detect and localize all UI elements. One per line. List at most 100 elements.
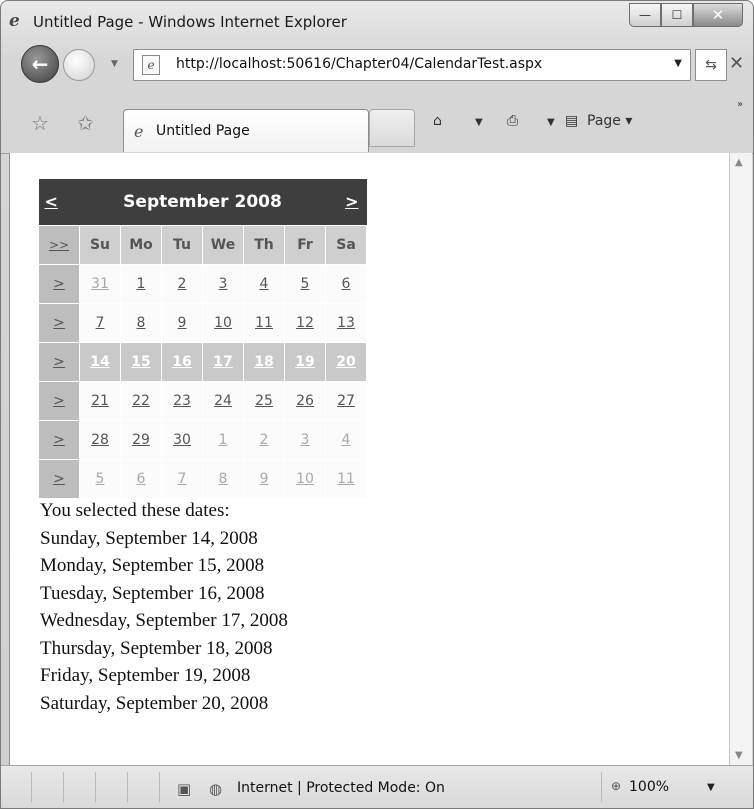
calendar: < September 2008 > >> Su Mo Tu We Th Fr … xyxy=(38,179,367,499)
calendar-day[interactable]: 5 xyxy=(79,459,121,499)
calendar-day[interactable]: 13 xyxy=(325,303,367,343)
selected-date: Thursday, September 18, 2008 xyxy=(40,637,273,659)
vertical-scrollbar[interactable]: ▲ ▼ xyxy=(729,153,752,765)
print-icon[interactable]: ⎙ xyxy=(507,113,518,129)
calendar-day[interactable]: 6 xyxy=(120,459,162,499)
maximize-button[interactable]: ☐ xyxy=(661,3,693,27)
address-bar[interactable]: e http://localhost:50616/Chapter04/Calen… xyxy=(133,49,691,81)
calendar-day[interactable]: 1 xyxy=(120,264,162,304)
back-button[interactable]: ← xyxy=(21,45,59,83)
calendar-day[interactable]: 7 xyxy=(161,459,203,499)
more-commands-icon[interactable]: » xyxy=(737,99,743,110)
status-divider xyxy=(31,772,32,802)
calendar-day[interactable]: 30 xyxy=(161,420,203,460)
stop-button[interactable]: ✕ xyxy=(729,53,744,74)
dow-label: Tu xyxy=(161,225,203,265)
calendar-day[interactable]: 26 xyxy=(284,381,326,421)
calendar-day[interactable]: 4 xyxy=(325,420,367,460)
calendar-day[interactable]: 3 xyxy=(284,420,326,460)
selected-date: Wednesday, September 17, 2008 xyxy=(40,610,288,631)
select-week-link[interactable]: > xyxy=(38,459,80,499)
tab-label: Untitled Page xyxy=(156,123,250,139)
select-week-link[interactable]: > xyxy=(38,264,80,304)
calendar-day[interactable]: 5 xyxy=(284,264,326,304)
calendar-week-row: >5 6 7 8 9 10 11 xyxy=(38,459,367,499)
refresh-button[interactable]: ⇆ xyxy=(695,49,727,81)
dow-label: Fr xyxy=(284,225,326,265)
next-month-link[interactable]: > xyxy=(345,192,358,211)
calendar-day[interactable]: 8 xyxy=(120,303,162,343)
calendar-day[interactable]: 10 xyxy=(202,303,244,343)
calendar-day[interactable]: 4 xyxy=(243,264,285,304)
select-week-link[interactable]: > xyxy=(38,342,80,382)
security-page-icon[interactable]: ▣ xyxy=(177,780,191,798)
recent-pages-dropdown-icon[interactable]: ▼ xyxy=(111,59,118,69)
selected-dates-heading: You selected these dates: xyxy=(40,500,230,521)
calendar-day[interactable]: 7 xyxy=(79,303,121,343)
calendar-day[interactable]: 9 xyxy=(161,303,203,343)
print-dropdown-icon[interactable]: ▼ xyxy=(547,117,555,128)
scroll-down-icon[interactable]: ▼ xyxy=(735,750,743,761)
selected-date: Sunday, September 14, 2008 xyxy=(40,527,258,549)
calendar-day[interactable]: 16 xyxy=(161,342,203,382)
selected-date: Friday, September 19, 2008 xyxy=(40,665,251,686)
calendar-day[interactable]: 8 xyxy=(202,459,244,499)
select-week-link[interactable]: > xyxy=(38,381,80,421)
page-content: < September 2008 > >> Su Mo Tu We Th Fr … xyxy=(9,153,731,765)
refresh-icon: ⇆ xyxy=(705,57,717,73)
add-favorites-icon[interactable]: ✩ xyxy=(77,111,94,135)
window-title: Untitled Page - Windows Internet Explore… xyxy=(33,13,347,31)
calendar-day[interactable]: 14 xyxy=(79,342,121,382)
selected-date: Tuesday, September 16, 2008 xyxy=(40,582,265,604)
calendar-day[interactable]: 15 xyxy=(120,342,162,382)
calendar-day[interactable]: 20 xyxy=(325,342,367,382)
calendar-day[interactable]: 31 xyxy=(79,264,121,304)
navigation-bar: ← ▼ e http://localhost:50616/Chapter04/C… xyxy=(1,41,753,97)
calendar-week-row: >7 8 9 10 11 12 13 xyxy=(38,303,367,343)
select-week-link[interactable]: > xyxy=(38,303,80,343)
favorites-star-icon[interactable]: ☆ xyxy=(31,111,49,135)
calendar-day[interactable]: 2 xyxy=(161,264,203,304)
security-zone-text[interactable]: Internet | Protected Mode: On xyxy=(237,780,445,796)
calendar-day[interactable]: 9 xyxy=(243,459,285,499)
calendar-day[interactable]: 29 xyxy=(120,420,162,460)
scroll-up-icon[interactable]: ▲ xyxy=(735,157,743,168)
zoom-dropdown-icon[interactable]: ▼ xyxy=(707,782,715,793)
calendar-day[interactable]: 12 xyxy=(284,303,326,343)
calendar-day[interactable]: 28 xyxy=(79,420,121,460)
page-menu-icon: ▤ xyxy=(565,113,579,129)
calendar-day[interactable]: 21 xyxy=(79,381,121,421)
calendar-day[interactable]: 2 xyxy=(243,420,285,460)
calendar-day[interactable]: 3 xyxy=(202,264,244,304)
calendar-day[interactable]: 22 xyxy=(120,381,162,421)
calendar-day[interactable]: 25 xyxy=(243,381,285,421)
new-tab-button[interactable] xyxy=(369,109,415,147)
home-icon[interactable]: ⌂ xyxy=(433,113,442,129)
calendar-day[interactable]: 6 xyxy=(325,264,367,304)
calendar-day[interactable]: 24 xyxy=(202,381,244,421)
calendar-day[interactable]: 23 xyxy=(161,381,203,421)
url-text[interactable]: http://localhost:50616/Chapter04/Calenda… xyxy=(176,56,542,72)
calendar-day[interactable]: 11 xyxy=(325,459,367,499)
calendar-day[interactable]: 19 xyxy=(284,342,326,382)
calendar-day[interactable]: 11 xyxy=(243,303,285,343)
select-month-link[interactable]: >> xyxy=(38,225,80,265)
zoom-level[interactable]: 100% xyxy=(629,779,669,795)
calendar-day[interactable]: 1 xyxy=(202,420,244,460)
address-dropdown-icon[interactable]: ▼ xyxy=(674,58,682,69)
status-divider xyxy=(127,772,128,802)
calendar-week-row: >14 15 16 17 18 19 20 xyxy=(38,342,367,382)
prev-month-link[interactable]: < xyxy=(45,192,58,211)
home-dropdown-icon[interactable]: ▼ xyxy=(475,117,483,128)
forward-button[interactable] xyxy=(63,49,95,81)
calendar-title: September 2008 xyxy=(79,179,326,226)
minimize-button[interactable]: — xyxy=(629,3,661,27)
calendar-day[interactable]: 18 xyxy=(243,342,285,382)
tab-untitled-page[interactable]: e Untitled Page xyxy=(123,109,369,152)
page-menu-button[interactable]: Page ▾ xyxy=(587,113,632,129)
calendar-day[interactable]: 17 xyxy=(202,342,244,382)
close-button[interactable]: ✕ xyxy=(693,3,743,27)
select-week-link[interactable]: > xyxy=(38,420,80,460)
calendar-day[interactable]: 10 xyxy=(284,459,326,499)
calendar-day[interactable]: 27 xyxy=(325,381,367,421)
